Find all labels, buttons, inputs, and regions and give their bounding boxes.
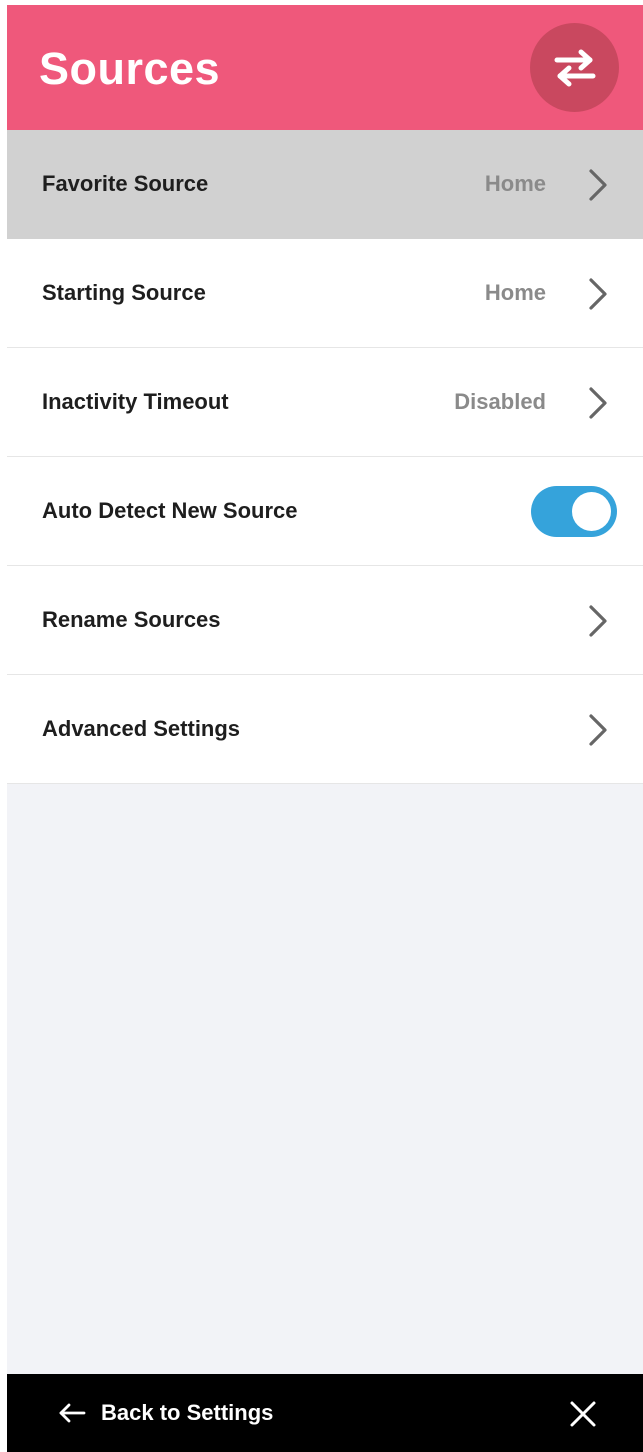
rename-sources-row[interactable]: Rename Sources (7, 566, 643, 675)
header-bar: Sources (7, 5, 643, 130)
row-label: Advanced Settings (42, 716, 241, 741)
row-value: Home (484, 280, 546, 305)
swap-source-button[interactable] (530, 23, 619, 112)
row-label: Starting Source (42, 280, 206, 305)
toggle-knob (572, 492, 611, 531)
favorite-source-row[interactable]: Favorite Source Home (7, 130, 643, 239)
auto-detect-toggle[interactable] (531, 486, 617, 537)
back-label: Back to Settings (101, 1400, 274, 1425)
row-label: Favorite Source (42, 171, 209, 196)
page-title: Sources (39, 43, 221, 94)
chevron-right-icon (589, 605, 607, 637)
back-to-settings-button[interactable]: Back to Settings (57, 1374, 273, 1452)
chevron-right-icon (589, 387, 607, 419)
settings-list: Favorite Source Home Starting Source Hom… (7, 130, 643, 784)
row-label: Rename Sources (42, 607, 221, 632)
chevron-right-icon (589, 714, 607, 746)
chevron-right-icon (589, 278, 607, 310)
starting-source-row[interactable]: Starting Source Home (7, 239, 643, 348)
app-frame: Sources Favorite Source Home Starting So… (7, 5, 643, 1452)
auto-detect-row: Auto Detect New Source (7, 457, 643, 566)
close-icon[interactable] (569, 1400, 597, 1428)
inactivity-timeout-row[interactable]: Inactivity Timeout Disabled (7, 348, 643, 457)
advanced-settings-row[interactable]: Advanced Settings (7, 675, 643, 784)
row-label: Auto Detect New Source (42, 498, 298, 523)
arrow-left-icon (59, 1403, 86, 1423)
row-value: Home (484, 171, 546, 196)
footer-bar: Back to Settings (7, 1374, 643, 1452)
chevron-right-icon (589, 169, 607, 201)
row-label: Inactivity Timeout (42, 389, 229, 414)
swap-arrows-icon (554, 49, 595, 86)
row-value: Disabled (454, 389, 546, 414)
